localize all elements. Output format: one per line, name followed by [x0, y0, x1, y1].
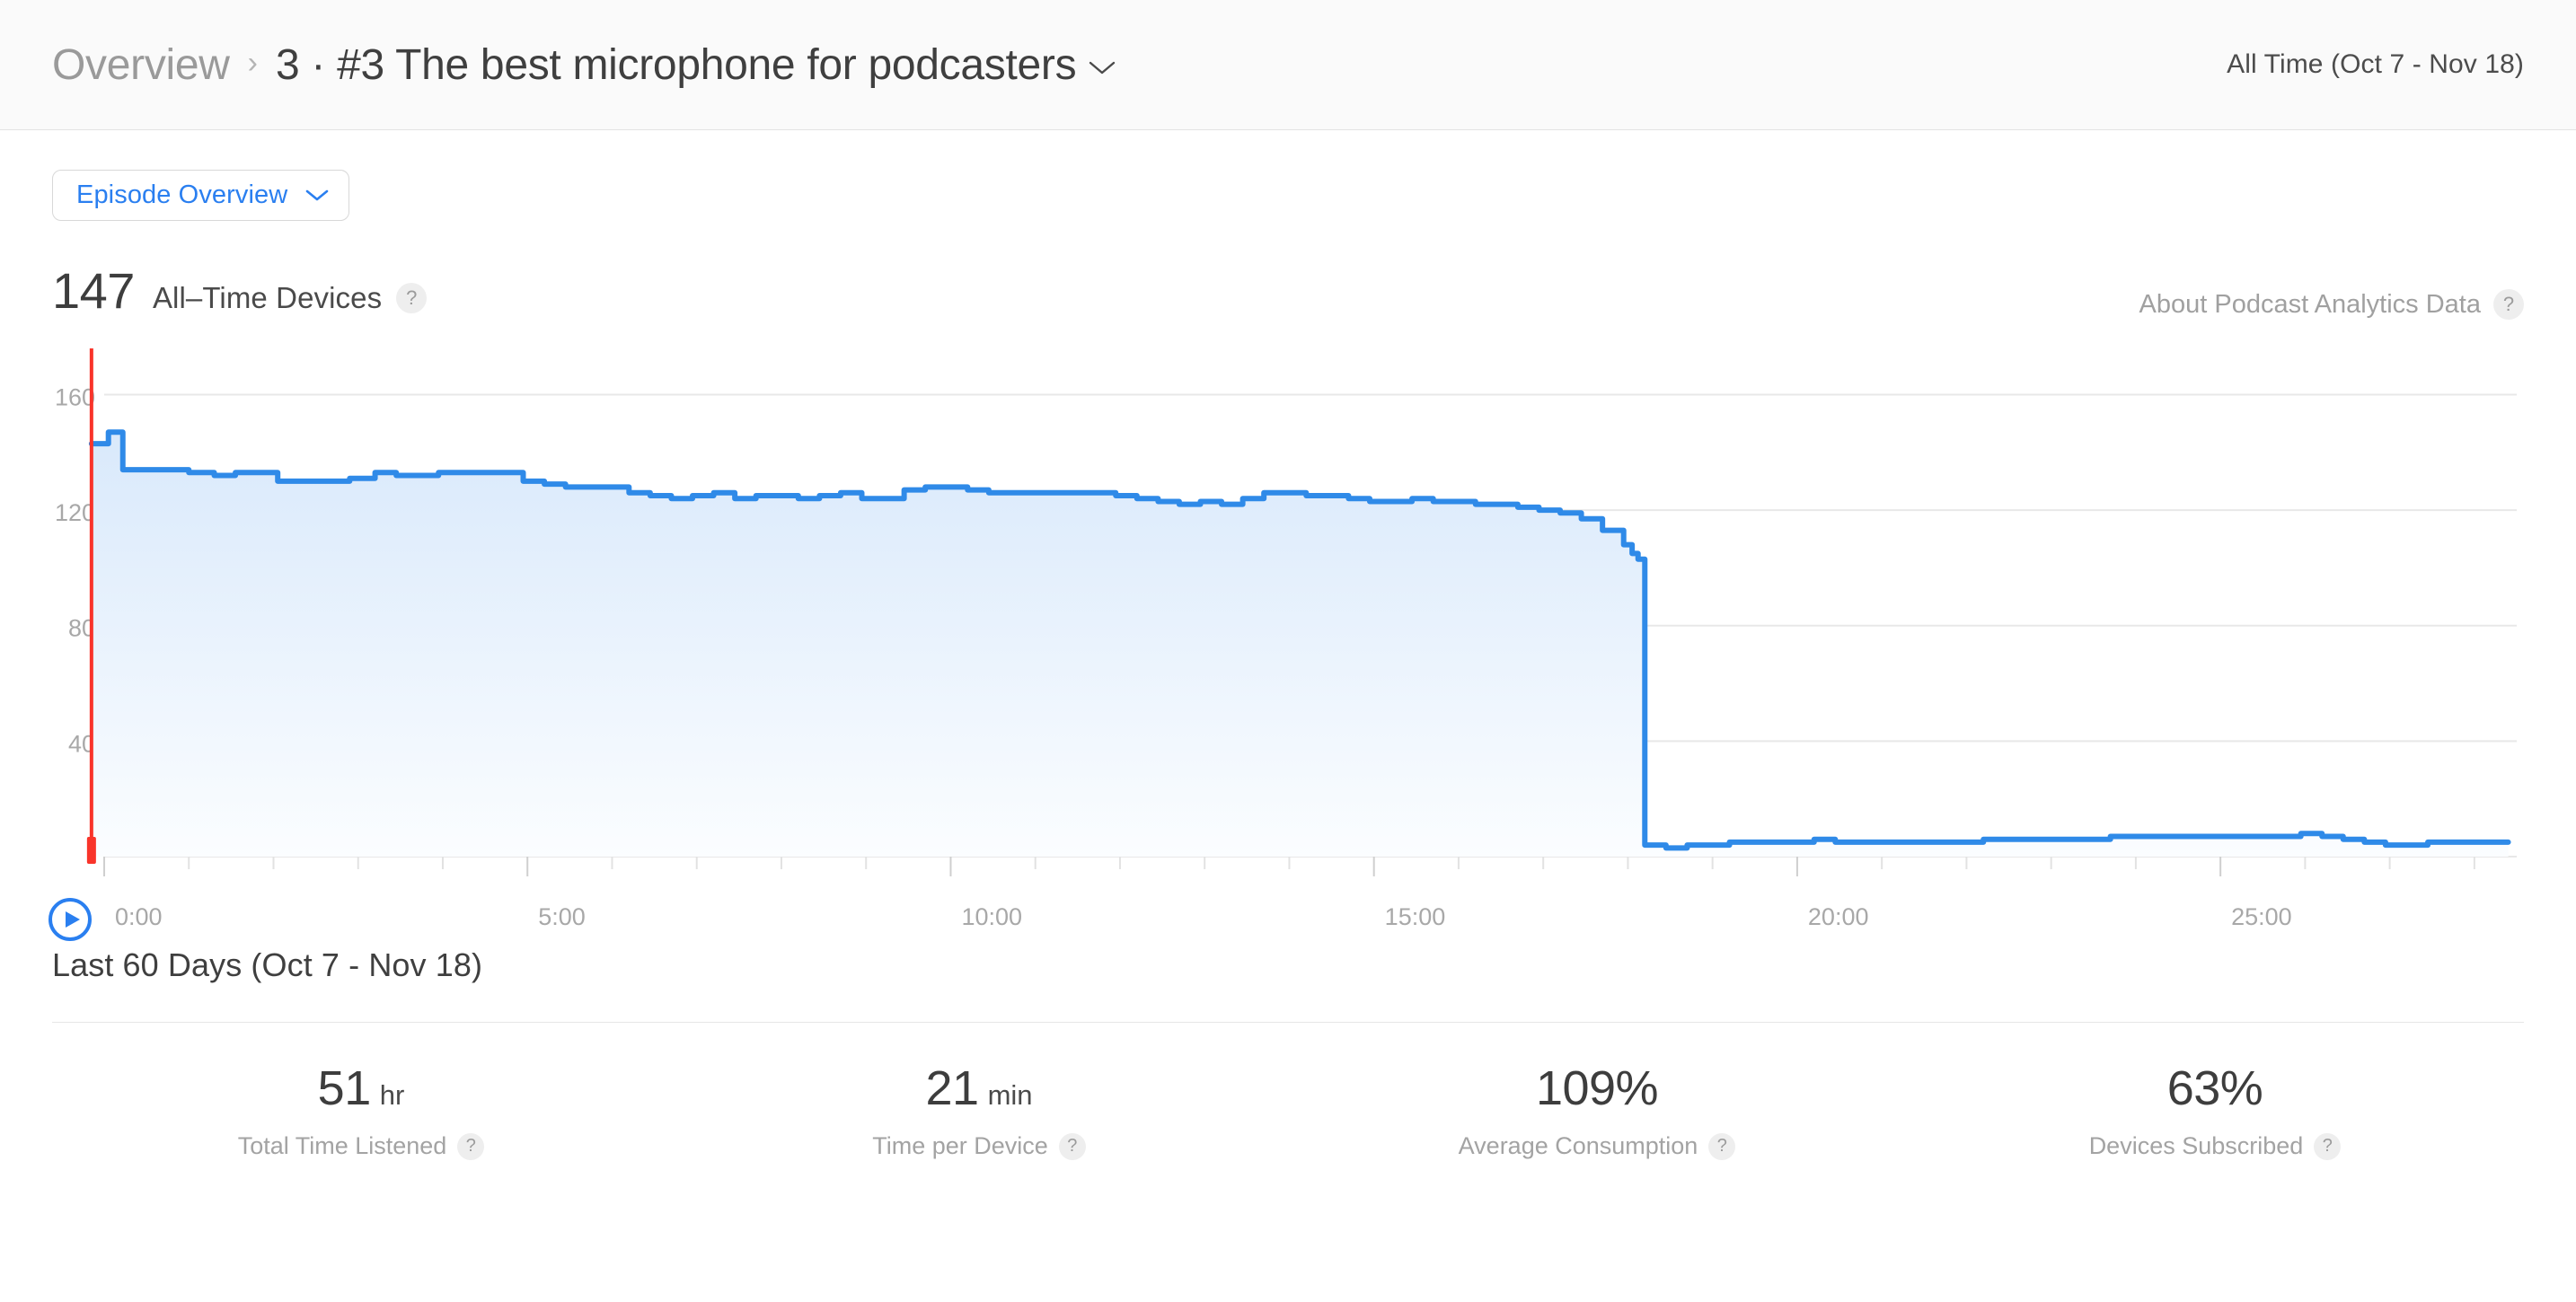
- toolbar-row: Episode Overview: [52, 130, 2524, 221]
- chart-y-axis-labels: 1601208040: [55, 383, 95, 757]
- devices-area-chart[interactable]: 160 120 80 40 0:00 5:00 10:00 15:00 20:00 25:00: [49, 343, 2524, 941]
- stat-label: Total Time Listened: [237, 1132, 447, 1159]
- episode-overview-dropdown-label: Episode Overview: [76, 180, 288, 209]
- help-icon[interactable]: ?: [1058, 1132, 1086, 1160]
- stat-label-row: Total Time Listened?: [52, 1132, 670, 1160]
- stat-card: 63% Devices Subscribed?: [1906, 1064, 2524, 1160]
- stat-value: 21: [925, 1061, 979, 1115]
- x-axis-tick-label: 20:00: [1807, 903, 1869, 930]
- stat-label-row: Devices Subscribed?: [1906, 1132, 2524, 1160]
- chevron-down-icon: [305, 189, 329, 203]
- chevron-down-icon[interactable]: [1089, 60, 1116, 76]
- help-icon[interactable]: ?: [457, 1132, 485, 1160]
- stat-card: 51 hr Total Time Listened?: [52, 1064, 670, 1160]
- about-podcast-analytics-label: About Podcast Analytics Data: [2139, 289, 2481, 319]
- breadcrumb-overview-link[interactable]: Overview: [52, 40, 230, 90]
- breadcrumb-separator-icon: ›: [247, 45, 258, 80]
- stat-label: Devices Subscribed: [2088, 1132, 2304, 1159]
- stat-value-row: 109%: [1288, 1064, 1906, 1113]
- stat-card: 21 min Time per Device?: [670, 1064, 1288, 1160]
- stat-card: 109% Average Consumption?: [1288, 1064, 1906, 1160]
- x-axis-tick-label: 10:00: [961, 903, 1023, 930]
- breadcrumb-current-episode: 3 · #3 The best microphone for podcaster…: [275, 40, 1077, 89]
- x-axis-tick-label: 25:00: [2231, 903, 2292, 930]
- stat-unit: min: [987, 1079, 1033, 1111]
- help-icon[interactable]: ?: [1708, 1132, 1736, 1160]
- all-time-devices-label: All–Time Devices: [152, 281, 383, 314]
- episode-overview-dropdown[interactable]: Episode Overview: [52, 170, 350, 221]
- date-range-label: All Time (Oct 7 - Nov 18): [2227, 49, 2524, 79]
- stat-unit: hr: [379, 1079, 405, 1111]
- stat-label: Time per Device: [872, 1132, 1048, 1159]
- svg-text:120: 120: [55, 499, 95, 526]
- stat-value: 109%: [1535, 1061, 1659, 1115]
- stat-value-row: 51 hr: [52, 1064, 670, 1113]
- stat-value: 51: [317, 1061, 372, 1115]
- stat-label-row: Time per Device?: [670, 1132, 1288, 1160]
- chart-x-axis: 0:00 5:00 10:00 15:00 20:00 25:00: [49, 891, 2524, 954]
- stat-value-row: 63%: [1906, 1064, 2524, 1113]
- stat-value: 63%: [2166, 1061, 2263, 1115]
- chart-x-axis-ticks: [103, 857, 2475, 876]
- help-icon[interactable]: ?: [2493, 289, 2524, 320]
- about-podcast-analytics-link[interactable]: About Podcast Analytics Data ?: [2139, 289, 2524, 320]
- help-icon[interactable]: ?: [2314, 1132, 2342, 1160]
- chart-canvas: 1601208040: [55, 348, 2517, 876]
- svg-text:160: 160: [55, 383, 95, 410]
- stat-label-row: Average Consumption?: [1288, 1132, 1906, 1160]
- chart-area-fill: [91, 432, 2509, 857]
- stat-value-row: 21 min: [670, 1064, 1288, 1113]
- play-button[interactable]: [47, 896, 93, 943]
- stat-label: Average Consumption: [1458, 1132, 1698, 1159]
- x-axis-tick-label: 15:00: [1384, 903, 1446, 930]
- help-icon[interactable]: ?: [396, 283, 428, 313]
- page-body: Episode Overview 147 All–Time Devices ? …: [0, 130, 2576, 1160]
- x-axis-tick-label: 5:00: [538, 903, 586, 930]
- section-divider: [52, 1022, 2524, 1023]
- all-time-devices-value: 147: [52, 262, 135, 319]
- summary-stats-row: 51 hr Total Time Listened? 21 min Time per De…: [52, 1064, 2524, 1160]
- playhead-knob[interactable]: [86, 837, 96, 864]
- metric-header: 147 All–Time Devices ? About Podcast Ana…: [52, 266, 2524, 323]
- top-header-bar: Overview › 3 · #3 The best microphone fo…: [0, 0, 2576, 130]
- breadcrumb: Overview › 3 · #3 The best microphone fo…: [52, 40, 1116, 90]
- x-axis-tick-label: 0:00: [114, 903, 163, 930]
